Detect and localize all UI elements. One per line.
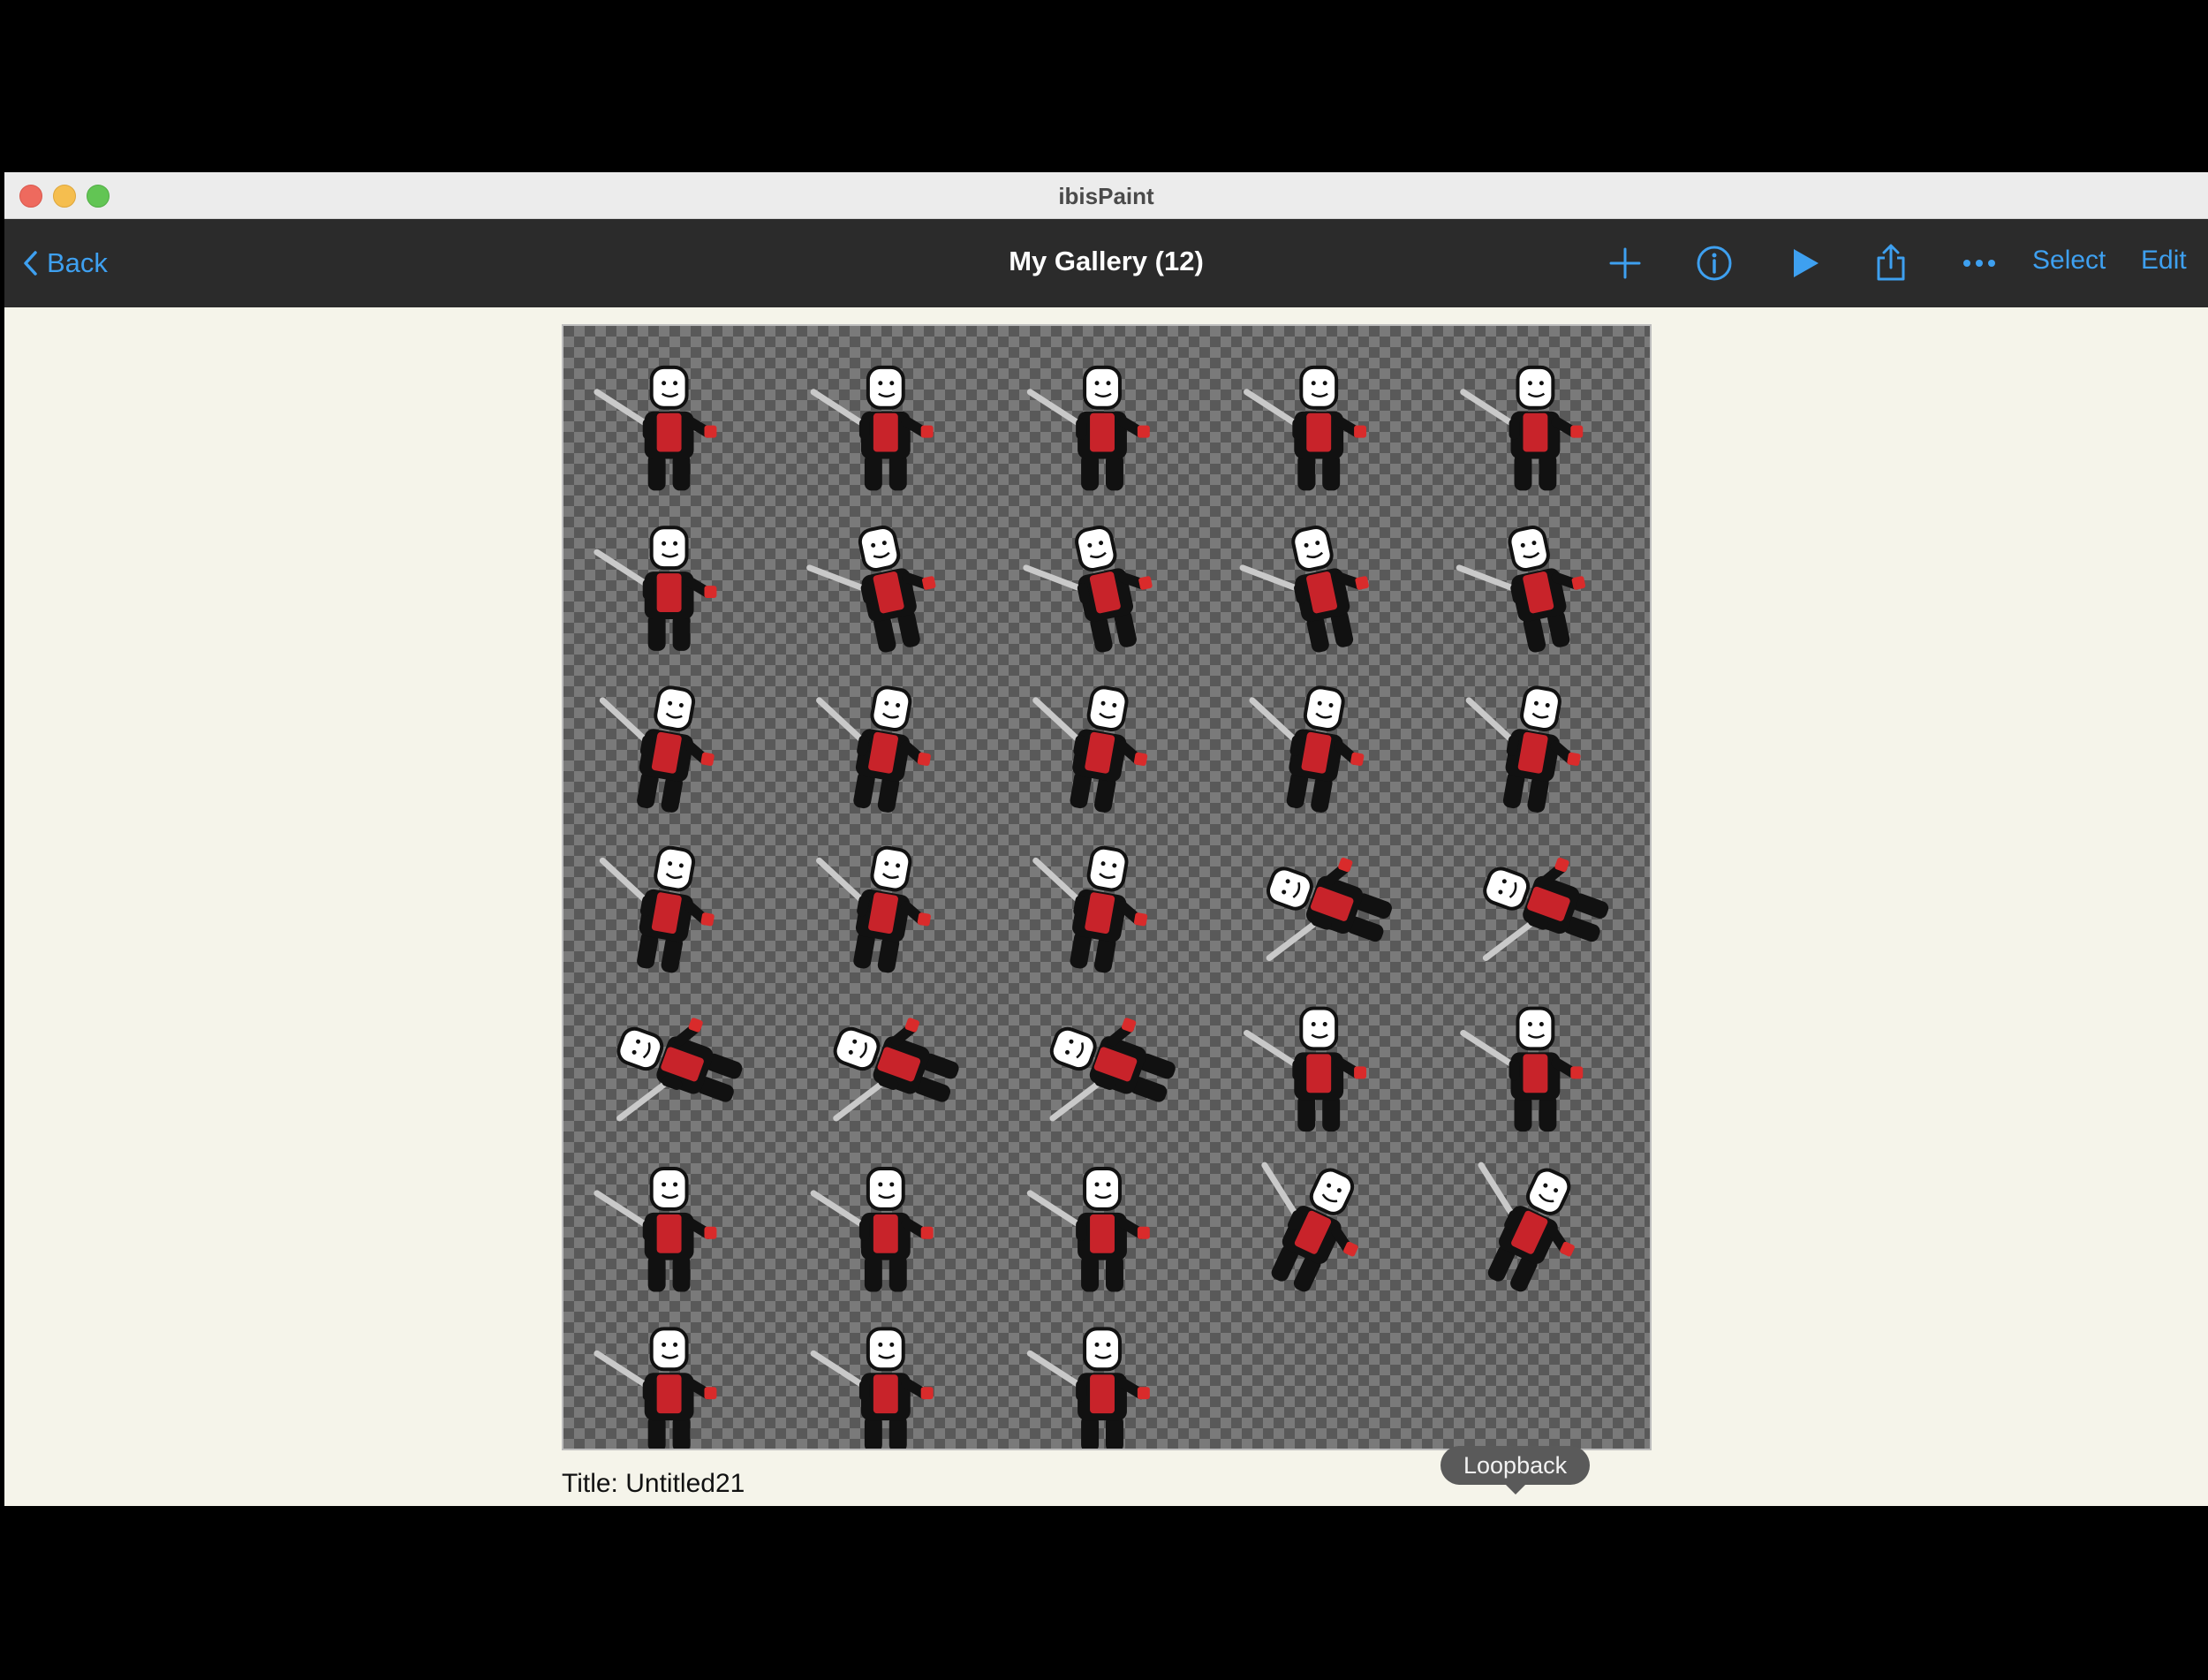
sprite-frame	[1239, 526, 1369, 653]
artwork-thumbnail[interactable]	[562, 324, 1652, 1450]
sprite-frame	[1243, 365, 1367, 491]
sprite-frame	[1023, 526, 1153, 653]
sprite-frame	[599, 845, 715, 973]
sprite-frame	[599, 685, 715, 813]
sprite-frame	[594, 1327, 717, 1449]
sprite-frame	[1465, 685, 1581, 813]
window-titlebar: ibisPaint	[4, 172, 2208, 219]
sprite-frame	[806, 526, 936, 653]
sprite-frame	[810, 365, 934, 491]
artwork-title: Title: Untitled21	[562, 1469, 745, 1498]
sprite-frame	[1026, 365, 1150, 491]
sprite-frame	[1478, 1162, 1575, 1292]
sprite-frame	[594, 1167, 717, 1292]
gallery-toolbar: Back My Gallery (12) Select Edit	[4, 219, 2208, 307]
share-icon[interactable]	[1870, 242, 1912, 284]
sprite-frame	[594, 526, 717, 651]
sprite-frame	[1049, 1018, 1176, 1122]
sprite-frame	[616, 1018, 743, 1122]
window-title: ibisPaint	[1058, 183, 1154, 209]
sprite-frame	[816, 685, 931, 813]
sprite-frame	[1249, 685, 1365, 813]
sprite-frame	[1456, 526, 1586, 653]
sprite-frame	[1026, 1167, 1150, 1292]
tooltip-arrow	[1504, 1484, 1526, 1495]
info-icon[interactable]	[1693, 242, 1735, 284]
sprite-frame	[594, 365, 717, 491]
select-button[interactable]: Select	[2032, 246, 2106, 276]
more-icon[interactable]	[1958, 242, 2000, 284]
sprite-frame	[1032, 685, 1148, 813]
sprite-frame	[1460, 365, 1584, 491]
tooltip-label: Loopback	[1463, 1452, 1568, 1479]
sprite-frame	[1482, 857, 1609, 962]
sprite-frame	[1032, 845, 1148, 973]
sprite-sheet	[594, 365, 1609, 1449]
loopback-tooltip: Loopback	[1440, 1446, 1591, 1495]
sprite-frame	[833, 1018, 959, 1122]
sprite-frame	[1026, 1327, 1150, 1449]
add-icon[interactable]	[1604, 242, 1646, 284]
sprite-frame	[810, 1327, 934, 1449]
sprite-frame	[816, 845, 931, 973]
sprite-frame	[1460, 1006, 1584, 1132]
sprite-frame	[1266, 857, 1392, 962]
sprite-frame	[1243, 1006, 1367, 1132]
edit-button[interactable]: Edit	[2141, 246, 2187, 276]
sprite-frame	[1261, 1162, 1358, 1292]
play-icon[interactable]	[1783, 242, 1826, 284]
sprite-frame	[810, 1167, 934, 1292]
app-window: ibisPaint Back My Gallery (12) Select Ed…	[4, 172, 2208, 1506]
